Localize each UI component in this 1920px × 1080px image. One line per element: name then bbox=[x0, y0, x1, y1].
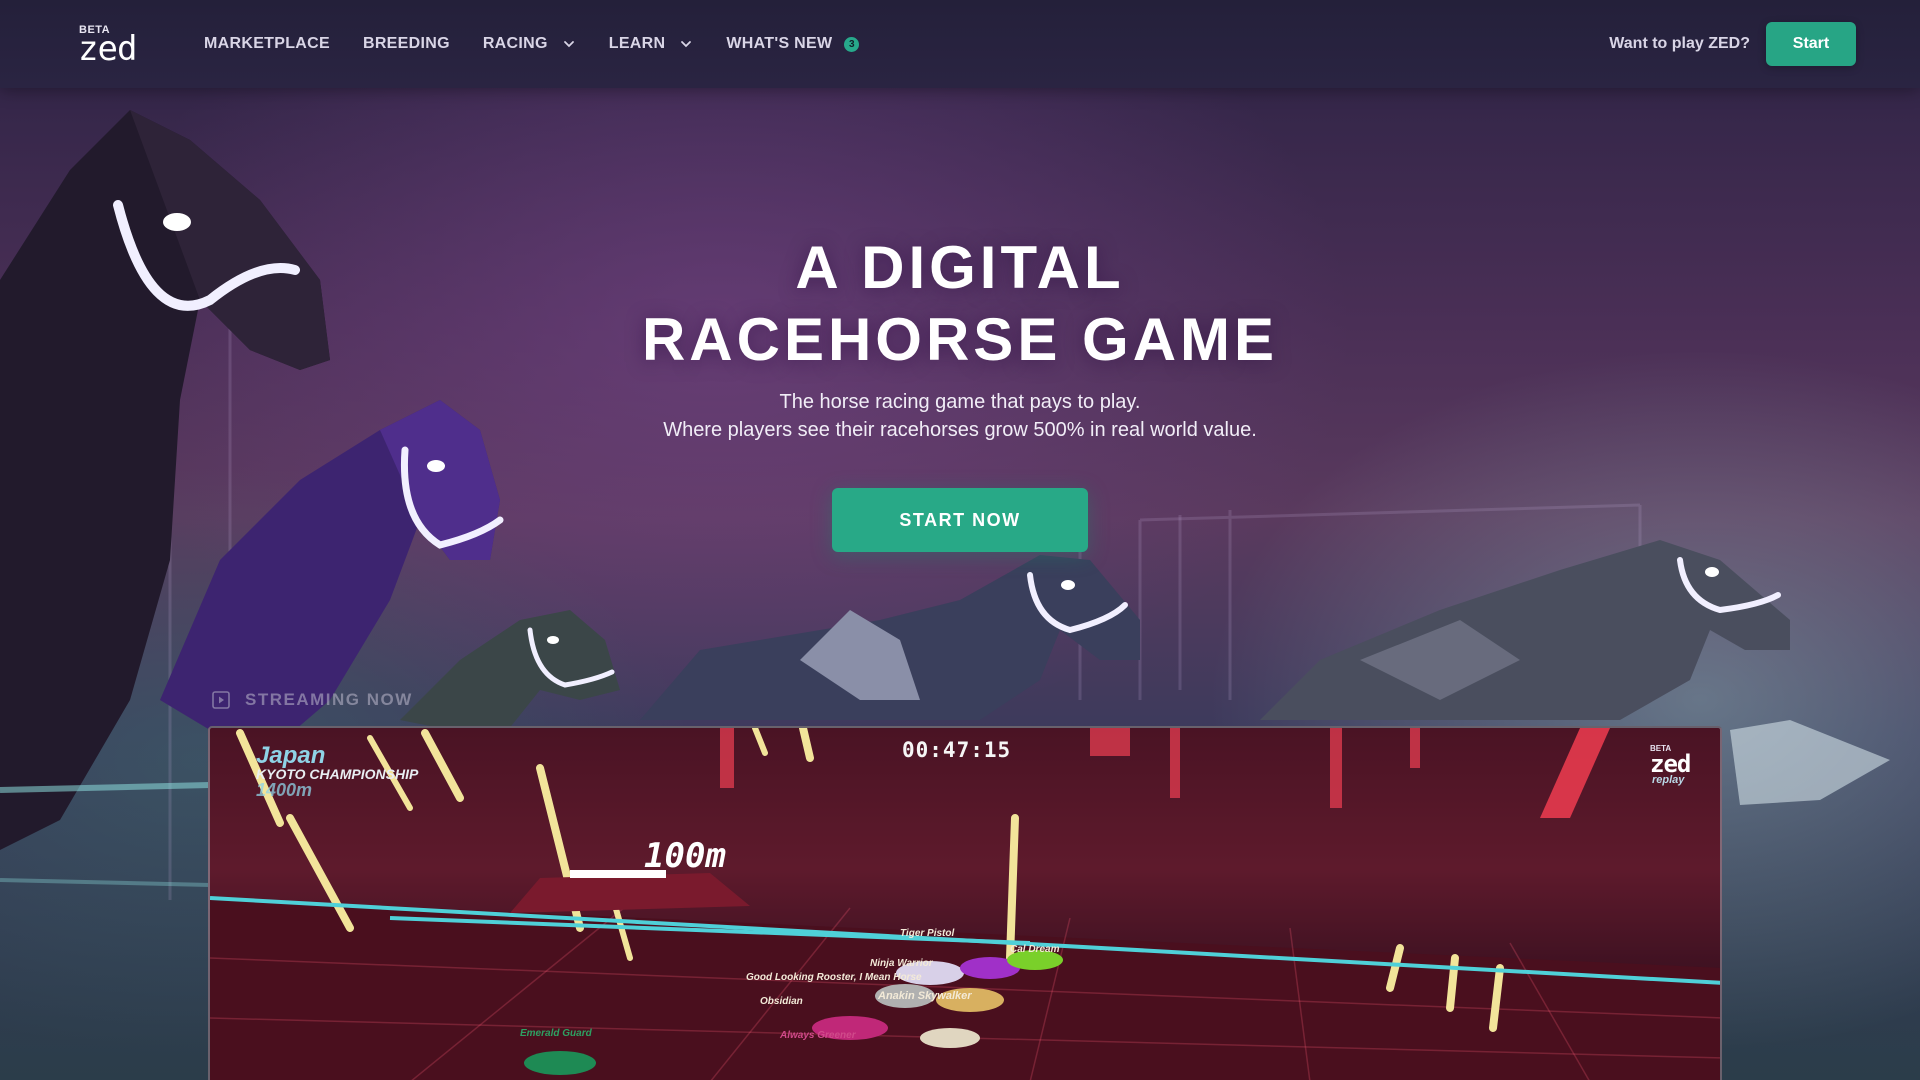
streaming-now-label: STREAMING NOW bbox=[212, 688, 413, 712]
zed-logo[interactable]: BETA zed bbox=[78, 22, 138, 66]
start-now-button[interactable]: START NOW bbox=[832, 488, 1088, 552]
play-prompt-text: Want to play ZED? bbox=[1609, 35, 1750, 52]
nav-learn-label: LEARN bbox=[608, 35, 666, 52]
main-nav: MARKETPLACE BREEDING RACING LEARN WHAT'S… bbox=[204, 0, 892, 88]
nav-racing[interactable]: RACING bbox=[483, 0, 576, 88]
chevron-down-icon bbox=[563, 41, 574, 48]
hero-title-line-1: A DIGITAL bbox=[795, 234, 1125, 301]
nav-breeding-label: BREEDING bbox=[362, 35, 450, 52]
nav-breeding[interactable]: BREEDING bbox=[363, 0, 450, 88]
horse-name-label: Ninja Warrior bbox=[870, 958, 933, 969]
hero-title-line-2: RACEHORSE GAME bbox=[641, 306, 1279, 373]
start-button[interactable]: Start bbox=[1766, 22, 1856, 66]
horse-name-label: Anakin Skywalker bbox=[878, 990, 972, 1002]
nav-racing-label: RACING bbox=[482, 35, 548, 52]
race-stream-player[interactable]: Japan KYOTO CHAMPIONSHIP 1400m 00:47:15 … bbox=[208, 726, 1722, 1080]
hero-subtitle-line-1: The horse racing game that pays to play. bbox=[779, 391, 1141, 413]
horse-name-label: Obsidian bbox=[760, 996, 803, 1007]
hero-subtitle-line-2: Where players see their racehorses grow … bbox=[663, 419, 1257, 441]
nav-whats-new-label: WHAT'S NEW bbox=[726, 35, 833, 52]
nav-marketplace[interactable]: MARKETPLACE bbox=[204, 0, 330, 88]
horse-name-label: Tiger Pistol bbox=[900, 928, 955, 939]
streaming-now-text: STREAMING NOW bbox=[245, 690, 413, 709]
horse-right-patterned bbox=[1260, 540, 1790, 720]
whats-new-count-badge: 3 bbox=[844, 36, 860, 52]
horse-center-winged bbox=[640, 555, 1140, 720]
hero-subtitle: The horse racing game that pays to play.… bbox=[0, 388, 1920, 444]
race-distance: 1400m bbox=[256, 780, 313, 800]
horse-name-label: Good Looking Rooster, I Mean Horse bbox=[746, 972, 922, 983]
race-timer: 00:47:15 bbox=[902, 738, 1012, 762]
chevron-down-icon bbox=[681, 41, 692, 48]
top-navigation-bar: BETA zed MARKETPLACE BREEDING RACING LEA… bbox=[0, 0, 1920, 88]
nav-marketplace-label: MARKETPLACE bbox=[204, 35, 330, 52]
logo-wordmark: zed bbox=[78, 29, 137, 69]
play-square-icon bbox=[212, 691, 230, 709]
horse-name-label: Emerald Guard bbox=[520, 1028, 592, 1039]
hero-title: A DIGITAL RACEHORSE GAME bbox=[0, 232, 1920, 376]
horse-left-small bbox=[400, 610, 620, 740]
horse-name-label: Cal Dream bbox=[1010, 944, 1060, 955]
nav-whats-new[interactable]: WHAT'S NEW 3 bbox=[726, 0, 860, 88]
distance-marker: 100m bbox=[644, 836, 726, 876]
replay-logo-subtitle: replay bbox=[1652, 774, 1685, 786]
nav-learn[interactable]: LEARN bbox=[609, 0, 694, 88]
horse-name-label: Always Greener bbox=[780, 1030, 856, 1041]
race-scene bbox=[210, 728, 1720, 1080]
